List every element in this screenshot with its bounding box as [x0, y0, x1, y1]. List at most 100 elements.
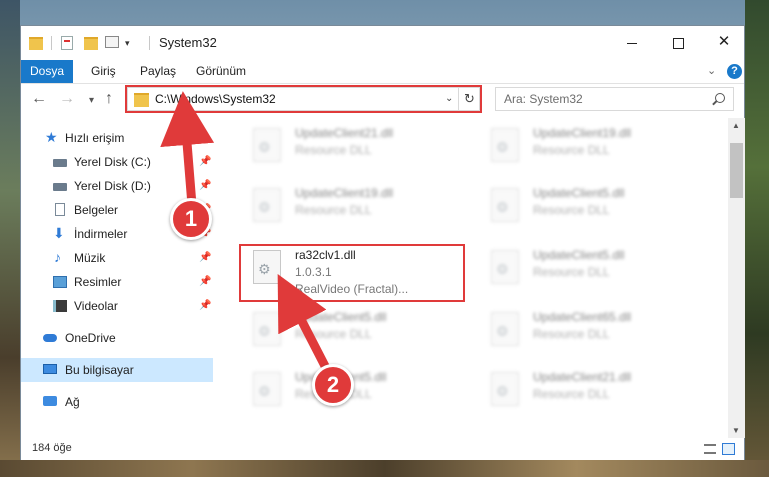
properties-icon[interactable]	[61, 36, 73, 50]
item-count: 184 öğe	[32, 442, 72, 454]
this-pc-icon	[43, 364, 57, 374]
scroll-down-icon[interactable]: ▼	[732, 426, 740, 435]
file-item[interactable]: ⚙ UpdateClient5.dll Resource DLL	[243, 370, 463, 420]
file-description: Resource DLL	[295, 203, 372, 217]
onedrive-icon	[43, 334, 57, 342]
folder-icon	[29, 37, 43, 50]
sidebar-item-local-disk-d[interactable]: Yerel Disk (D:) 📌	[21, 174, 213, 198]
pin-icon[interactable]: 📌	[199, 252, 211, 263]
file-list: ⚙ UpdateClient21.dll Resource DLL ⚙ Upda…	[213, 118, 728, 438]
tab-file[interactable]: Dosya	[21, 60, 73, 83]
pin-icon[interactable]: 📌	[199, 156, 211, 167]
sidebar-item-onedrive[interactable]: OneDrive	[21, 326, 213, 350]
tab-home[interactable]: Giriş	[81, 60, 126, 83]
file-description: Resource DLL	[533, 203, 610, 217]
recent-locations-icon[interactable]: ▾	[89, 95, 94, 106]
pictures-icon	[53, 276, 67, 288]
pin-icon[interactable]: 📌	[199, 180, 211, 191]
expand-ribbon-icon[interactable]: ⌄	[707, 64, 716, 77]
sidebar-item-this-pc[interactable]: Bu bilgisayar	[21, 358, 213, 382]
network-icon	[43, 396, 57, 406]
file-item[interactable]: ⚙ UpdateClient65.dll Resource DLL	[481, 310, 701, 360]
sidebar-item-label: OneDrive	[65, 331, 116, 345]
navigation-pane: ★ Hızlı erişim Yerel Disk (C:) 📌 Yerel D…	[21, 118, 213, 438]
up-button[interactable]: ↑	[105, 90, 113, 108]
maximize-button[interactable]	[655, 26, 701, 58]
file-description: Resource DLL	[295, 327, 372, 341]
address-bar-highlight	[125, 85, 482, 113]
dll-file-icon: ⚙	[253, 188, 281, 222]
customize-toolbar-icon[interactable]	[105, 36, 119, 48]
ribbon-tabs: Dosya Giriş Paylaş Görünüm ⌄ ?	[21, 60, 744, 84]
file-name: UpdateClient19.dll	[295, 186, 394, 200]
file-name: UpdateClient21.dll	[295, 126, 394, 140]
sidebar-item-label: Bu bilgisayar	[65, 363, 134, 377]
tab-share[interactable]: Paylaş	[130, 60, 186, 83]
scroll-thumb[interactable]	[730, 143, 743, 198]
sidebar-item-label: Yerel Disk (D:)	[74, 179, 151, 193]
file-name: UpdateClient5.dll	[533, 248, 625, 262]
dll-file-icon: ⚙	[491, 128, 519, 162]
file-description: Resource DLL	[533, 327, 610, 341]
file-description: Resource DLL	[533, 387, 610, 401]
sidebar-item-pictures[interactable]: Resimler 📌	[21, 270, 213, 294]
forward-button[interactable]: →	[59, 90, 75, 108]
file-item[interactable]: ⚙ UpdateClient5.dll Resource DLL	[243, 310, 463, 360]
dll-file-icon: ⚙	[491, 250, 519, 284]
desktop-wallpaper-right	[745, 0, 769, 477]
search-icon[interactable]	[715, 93, 725, 103]
file-highlight	[239, 244, 465, 302]
minimize-icon	[627, 42, 637, 44]
sidebar-item-network[interactable]: Ağ	[21, 390, 213, 414]
sidebar-item-label: Videolar	[74, 299, 118, 313]
back-button[interactable]: ←	[31, 90, 47, 108]
sidebar-item-local-disk-c[interactable]: Yerel Disk (C:) 📌	[21, 150, 213, 174]
toolbar-separator	[149, 36, 150, 50]
large-icons-view-icon[interactable]	[722, 443, 735, 455]
details-view-icon[interactable]	[704, 444, 716, 454]
window-title: System32	[159, 35, 217, 50]
file-item[interactable]: ⚙ UpdateClient21.dll Resource DLL	[243, 126, 463, 176]
sidebar-item-label: Yerel Disk (C:)	[74, 155, 151, 169]
sidebar-item-quick-access[interactable]: ★ Hızlı erişim	[21, 126, 213, 150]
sidebar-item-label: Müzik	[74, 251, 106, 265]
file-name: UpdateClient21.dll	[533, 370, 632, 384]
sidebar-item-music[interactable]: ♪ Müzik 📌	[21, 246, 213, 270]
tab-view[interactable]: Görünüm	[186, 60, 256, 83]
file-item[interactable]: ⚙ UpdateClient19.dll Resource DLL	[243, 186, 463, 236]
status-bar: 184 öğe	[21, 438, 744, 460]
sidebar-item-videos[interactable]: Videolar 📌	[21, 294, 213, 318]
minimize-button[interactable]	[609, 26, 655, 58]
close-button[interactable]: ✕	[701, 26, 747, 58]
file-item[interactable]: ⚙ UpdateClient21.dll Resource DLL	[481, 370, 701, 420]
file-name: UpdateClient5.dll	[533, 186, 625, 200]
file-description: Resource DLL	[533, 265, 610, 279]
dll-file-icon: ⚙	[253, 128, 281, 162]
drive-icon	[53, 159, 67, 167]
pin-icon[interactable]: 📌	[199, 276, 211, 287]
sidebar-item-label: Resimler	[74, 275, 122, 289]
file-item[interactable]: ⚙ UpdateClient5.dll Resource DLL	[481, 248, 701, 298]
help-icon[interactable]: ?	[727, 64, 742, 79]
file-description: Resource DLL	[533, 143, 610, 157]
sidebar-item-label: Hızlı erişim	[65, 131, 125, 145]
desktop-wallpaper-bottom	[0, 460, 769, 477]
file-item[interactable]: ⚙ UpdateClient5.dll Resource DLL	[481, 186, 701, 236]
pin-icon[interactable]: 📌	[199, 300, 211, 311]
file-item[interactable]: ⚙ UpdateClient19.dll Resource DLL	[481, 126, 701, 176]
search-input[interactable]: Ara: System32	[495, 87, 734, 111]
file-name: UpdateClient65.dll	[533, 310, 632, 324]
step-1-badge: 1	[170, 198, 212, 240]
file-name: UpdateClient5.dll	[295, 310, 387, 324]
file-name: UpdateClient19.dll	[533, 126, 632, 140]
quick-access-dropdown-icon[interactable]: ▾	[125, 38, 130, 49]
file-explorer-window: ▾ System32 ✕ Dosya Giriş Paylaş Görünüm …	[20, 25, 745, 460]
scroll-up-icon[interactable]: ▲	[732, 121, 740, 130]
maximize-icon	[672, 37, 684, 49]
title-bar: ▾ System32 ✕	[21, 26, 744, 60]
documents-icon	[55, 203, 65, 216]
address-row: ← → ▾ ↑ C:\Windows\System32 ⌄ ↻ Ara: Sys…	[21, 84, 744, 116]
videos-icon	[53, 300, 67, 312]
vertical-scrollbar[interactable]: ▲ ▼	[728, 118, 745, 438]
new-folder-icon[interactable]	[84, 37, 98, 50]
